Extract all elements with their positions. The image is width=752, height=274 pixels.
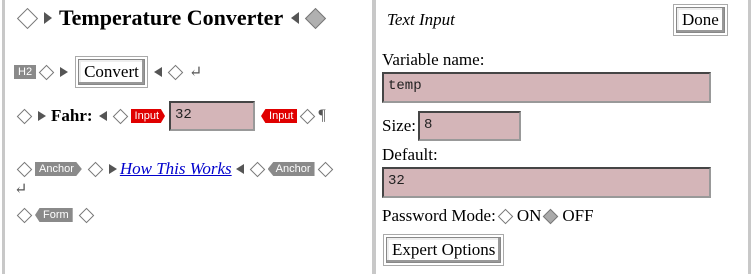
anchor-tag-open[interactable]: Anchor: [35, 162, 82, 176]
link-row: Anchor How This Works Anchor: [14, 158, 336, 180]
expert-row: Expert Options: [383, 234, 505, 266]
tag-start-icon[interactable]: [108, 164, 117, 174]
tag-start-icon[interactable]: [38, 111, 46, 121]
diamond-icon[interactable]: [300, 108, 316, 124]
pilcrow-icon[interactable]: ¶: [318, 107, 325, 125]
h2-tag[interactable]: H2: [14, 65, 37, 79]
done-button-frame: Done: [673, 4, 728, 36]
fahr-row: Fahr: Input 32 Input ¶: [14, 100, 326, 132]
password-row: Password Mode: ON OFF: [382, 205, 594, 227]
line-break-icon[interactable]: ↵: [189, 62, 202, 82]
diamond-icon[interactable]: [38, 64, 55, 80]
password-on-label[interactable]: ON: [517, 206, 542, 226]
size-label: Size:: [382, 116, 416, 135]
variable-name-label: Variable name:: [382, 50, 485, 69]
right-frame-border: [748, 0, 751, 274]
heading-row: Temperature Converter: [14, 4, 329, 32]
default-input[interactable]: 32: [382, 167, 711, 198]
default-label: Default:: [382, 145, 438, 164]
convert-row: H2 Convert ↵: [14, 56, 202, 88]
divider-frame-border[interactable]: [372, 0, 376, 274]
size-row: Size: 8: [382, 111, 521, 141]
convert-button[interactable]: Convert: [78, 59, 145, 85]
variable-name-input[interactable]: temp: [382, 72, 711, 103]
diamond-icon[interactable]: [16, 108, 33, 124]
line-break-icon[interactable]: ↵: [14, 179, 27, 199]
diamond-icon[interactable]: [87, 161, 104, 177]
editor-pane: Temperature Converter H2 Convert ↵ Fahr:…: [8, 0, 368, 274]
default-field-row: 32: [382, 167, 711, 198]
size-input[interactable]: 8: [418, 111, 521, 141]
diamond-icon[interactable]: [112, 108, 128, 124]
expert-options-frame: Expert Options: [383, 234, 505, 266]
tag-end-icon[interactable]: [235, 164, 244, 174]
diamond-icon[interactable]: [78, 207, 94, 223]
password-off-label[interactable]: OFF: [562, 206, 593, 226]
anchor-tag-close[interactable]: Anchor: [267, 162, 315, 176]
form-tag[interactable]: Form: [35, 208, 73, 222]
diamond-icon[interactable]: [167, 64, 184, 80]
fahr-label: Fahr:: [51, 106, 93, 125]
diamond-icon[interactable]: [16, 207, 33, 223]
tag-end-icon[interactable]: [98, 111, 107, 121]
diamond-icon[interactable]: [16, 7, 39, 29]
form-row: Form: [14, 204, 97, 226]
properties-pane: Text Input Done Variable name: temp Size…: [381, 0, 747, 274]
input-tag-close[interactable]: Input: [261, 109, 298, 123]
password-off-radio[interactable]: [543, 208, 559, 224]
page-heading[interactable]: Temperature Converter: [59, 5, 283, 31]
diamond-icon[interactable]: [16, 161, 33, 177]
left-frame-border: [2, 0, 5, 274]
input-tag-open[interactable]: Input: [130, 109, 166, 123]
how-this-works-link[interactable]: How This Works: [120, 159, 232, 179]
link-break-row: ↵: [11, 180, 27, 198]
diamond-icon[interactable]: [249, 161, 265, 177]
variable-label-row: Variable name:: [382, 49, 484, 71]
panel-title: Text Input: [387, 10, 455, 29]
fahr-input[interactable]: 32: [169, 101, 256, 131]
password-on-radio[interactable]: [497, 208, 514, 224]
done-button-wrap: Done: [673, 4, 728, 36]
default-label-row: Default:: [382, 144, 438, 166]
tag-end-icon[interactable]: [153, 67, 162, 77]
done-button[interactable]: Done: [676, 7, 725, 33]
expert-options-button[interactable]: Expert Options: [386, 237, 502, 263]
tag-end-icon[interactable]: [291, 12, 300, 24]
diamond-filled-icon[interactable]: [305, 7, 327, 29]
tag-start-icon[interactable]: [44, 12, 52, 24]
password-mode-label: Password Mode:: [382, 206, 496, 225]
diamond-icon[interactable]: [317, 161, 333, 177]
panel-title-row: Text Input: [387, 8, 455, 32]
variable-field-row: temp: [382, 72, 711, 103]
convert-button-frame: Convert: [75, 56, 148, 88]
tag-start-icon[interactable]: [60, 67, 69, 77]
